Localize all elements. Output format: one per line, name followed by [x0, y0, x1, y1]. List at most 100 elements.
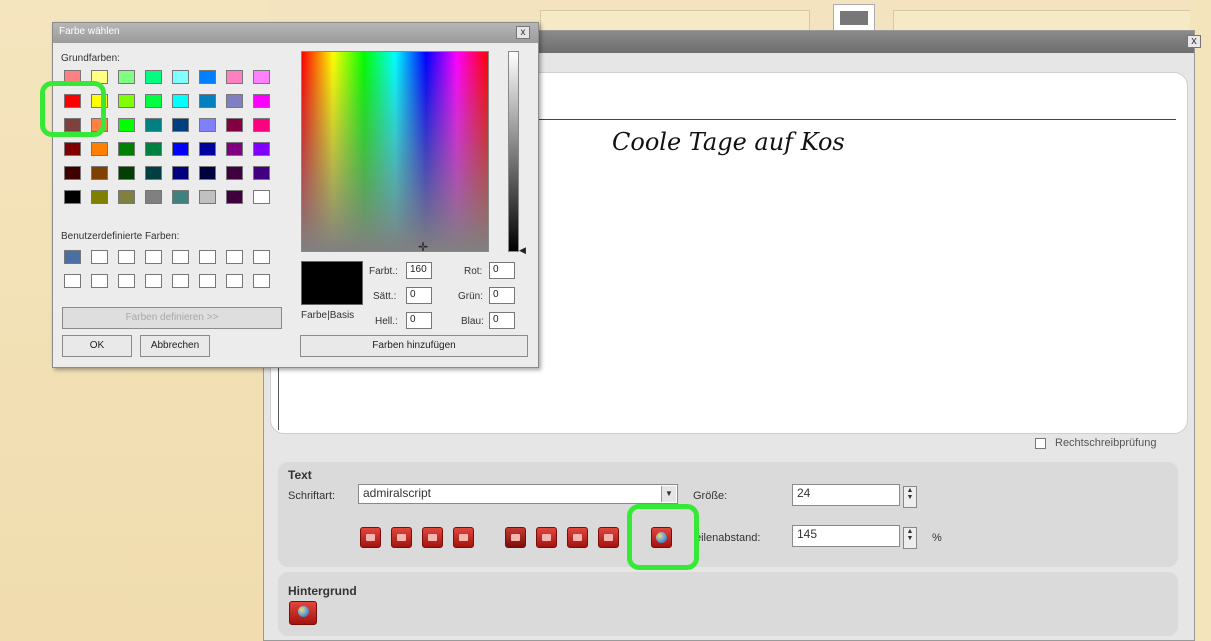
- custom-color-swatch[interactable]: [172, 274, 189, 288]
- basic-color-swatch[interactable]: [145, 190, 162, 204]
- chevron-down-icon[interactable]: ▼: [661, 486, 676, 502]
- line-spacing-input[interactable]: 145: [792, 525, 900, 547]
- basic-color-swatch[interactable]: [64, 142, 81, 156]
- basic-color-swatch[interactable]: [145, 118, 162, 132]
- basic-color-swatch[interactable]: [118, 190, 135, 204]
- line-spacing-stepper[interactable]: ▲ ▼: [903, 527, 917, 549]
- align-center-button[interactable]: [391, 527, 412, 548]
- cancel-button[interactable]: Abbrechen: [140, 335, 210, 357]
- basic-color-swatch[interactable]: [145, 166, 162, 180]
- editor-sample-text[interactable]: Coole Tage auf Kos: [612, 128, 845, 156]
- basic-color-swatch[interactable]: [226, 118, 243, 132]
- basic-color-swatch[interactable]: [253, 190, 270, 204]
- background-panel-title: Hintergrund: [288, 584, 357, 598]
- basic-color-swatch[interactable]: [172, 190, 189, 204]
- basic-color-swatch[interactable]: [172, 118, 189, 132]
- custom-color-swatch[interactable]: [64, 250, 81, 264]
- align-justify-button[interactable]: [453, 527, 474, 548]
- custom-color-swatch[interactable]: [118, 274, 135, 288]
- basic-color-swatch[interactable]: [253, 166, 270, 180]
- basic-color-swatch[interactable]: [199, 94, 216, 108]
- text-panel: [278, 462, 1178, 567]
- basic-color-swatch[interactable]: [199, 118, 216, 132]
- define-custom-colors-button[interactable]: Farben definieren >>: [62, 307, 282, 329]
- custom-color-swatch[interactable]: [253, 250, 270, 264]
- custom-color-swatch[interactable]: [226, 250, 243, 264]
- underline-button[interactable]: [567, 527, 588, 548]
- background-color-button[interactable]: [289, 601, 317, 625]
- basic-color-swatch[interactable]: [226, 166, 243, 180]
- basic-color-swatch[interactable]: [91, 166, 108, 180]
- custom-color-swatch[interactable]: [172, 250, 189, 264]
- custom-color-swatch[interactable]: [226, 274, 243, 288]
- ok-button[interactable]: OK: [62, 335, 132, 357]
- basic-color-swatch[interactable]: [118, 166, 135, 180]
- hue-input[interactable]: 160: [406, 262, 432, 279]
- custom-color-swatch[interactable]: [145, 274, 162, 288]
- custom-color-swatch[interactable]: [64, 274, 81, 288]
- basic-color-swatch[interactable]: [226, 94, 243, 108]
- luminance-slider[interactable]: [508, 51, 519, 252]
- basic-color-swatch[interactable]: [199, 190, 216, 204]
- basic-color-swatch[interactable]: [172, 94, 189, 108]
- custom-color-swatch[interactable]: [145, 250, 162, 264]
- custom-color-swatch[interactable]: [199, 274, 216, 288]
- align-right-icon: [428, 534, 437, 541]
- crosshair-icon[interactable]: ✛: [418, 240, 428, 254]
- luminance-pointer-icon[interactable]: ◀: [519, 245, 526, 256]
- blue-input[interactable]: 0: [489, 312, 515, 329]
- basic-color-swatch[interactable]: [118, 118, 135, 132]
- custom-color-swatch[interactable]: [118, 250, 135, 264]
- basic-color-swatch[interactable]: [91, 190, 108, 204]
- basic-color-swatch[interactable]: [145, 70, 162, 84]
- italic-icon: [542, 534, 551, 541]
- basic-color-swatch[interactable]: [118, 70, 135, 84]
- basic-color-swatch[interactable]: [64, 166, 81, 180]
- basic-color-swatch[interactable]: [253, 118, 270, 132]
- font-label: Schriftart:: [288, 490, 336, 502]
- basic-color-swatch[interactable]: [226, 142, 243, 156]
- basic-color-swatch[interactable]: [253, 70, 270, 84]
- size-input[interactable]: 24: [792, 484, 900, 506]
- basic-color-swatch[interactable]: [145, 142, 162, 156]
- add-to-custom-colors-button[interactable]: Farben hinzufügen: [300, 335, 528, 357]
- basic-color-swatch[interactable]: [199, 142, 216, 156]
- align-right-button[interactable]: [422, 527, 443, 548]
- custom-color-swatch[interactable]: [91, 250, 108, 264]
- basic-color-swatch[interactable]: [199, 166, 216, 180]
- basic-color-swatch[interactable]: [226, 70, 243, 84]
- basic-color-swatch[interactable]: [145, 94, 162, 108]
- basic-color-swatch[interactable]: [253, 94, 270, 108]
- green-input[interactable]: 0: [489, 287, 515, 304]
- basic-color-swatch[interactable]: [118, 142, 135, 156]
- basic-color-swatch[interactable]: [253, 142, 270, 156]
- size-label: Größe:: [693, 490, 728, 502]
- custom-color-swatch[interactable]: [253, 274, 270, 288]
- background-strip: [893, 10, 1198, 32]
- color-spectrum[interactable]: [301, 51, 489, 252]
- saturation-input[interactable]: 0: [406, 287, 432, 304]
- custom-color-swatch[interactable]: [199, 250, 216, 264]
- dialog-close-button[interactable]: x: [516, 26, 530, 39]
- align-left-button[interactable]: [360, 527, 381, 548]
- basic-color-swatch[interactable]: [91, 142, 108, 156]
- font-select[interactable]: admiralscript ▼: [358, 484, 678, 504]
- basic-color-swatch[interactable]: [172, 142, 189, 156]
- background-thumbnail: [833, 4, 875, 32]
- bold-button[interactable]: [505, 527, 526, 548]
- italic-button[interactable]: [536, 527, 557, 548]
- custom-color-swatch[interactable]: [91, 274, 108, 288]
- align-justify-icon: [459, 534, 468, 541]
- basic-color-swatch[interactable]: [226, 190, 243, 204]
- editor-close-button[interactable]: x: [1187, 35, 1201, 48]
- basic-color-swatch[interactable]: [118, 94, 135, 108]
- basic-color-swatch[interactable]: [172, 166, 189, 180]
- size-stepper[interactable]: ▲ ▼: [903, 486, 917, 508]
- spellcheck-checkbox[interactable]: [1035, 438, 1046, 449]
- basic-color-swatch[interactable]: [172, 70, 189, 84]
- red-input[interactable]: 0: [489, 262, 515, 279]
- basic-color-swatch[interactable]: [64, 190, 81, 204]
- strikethrough-button[interactable]: [598, 527, 619, 548]
- basic-color-swatch[interactable]: [199, 70, 216, 84]
- luminance-input[interactable]: 0: [406, 312, 432, 329]
